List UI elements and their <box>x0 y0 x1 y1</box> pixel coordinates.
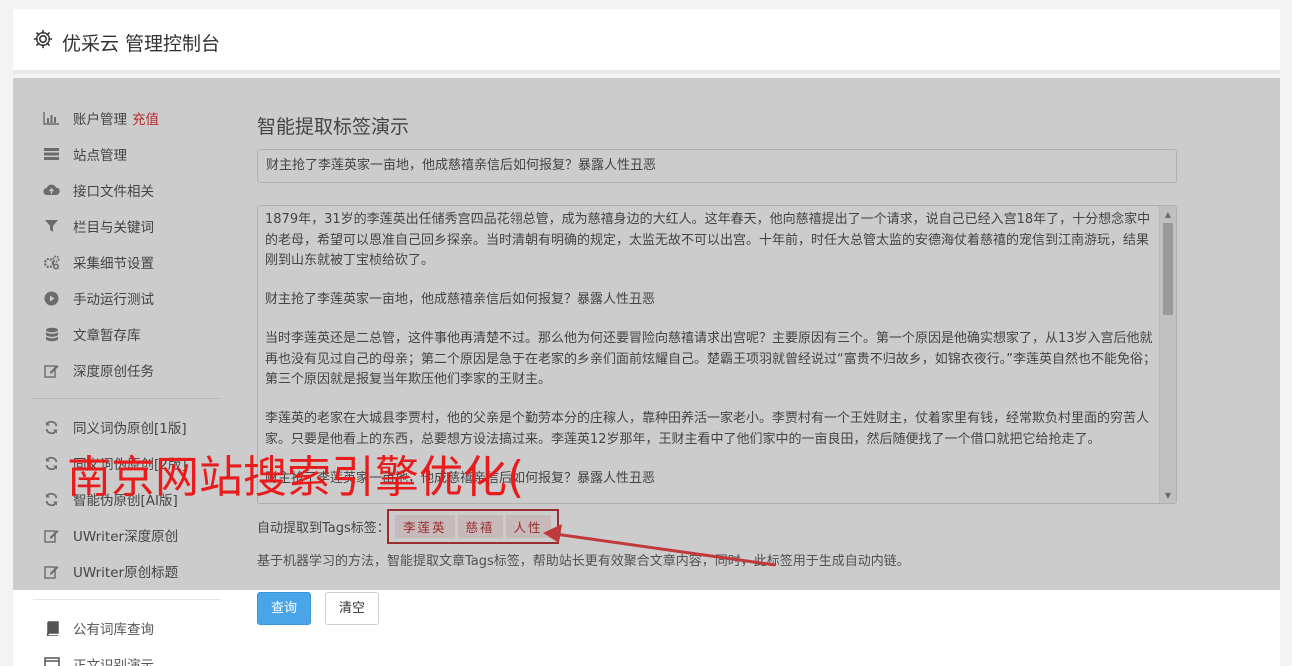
watermark-text: 南京网站搜索引擎优化( <box>67 452 525 503</box>
annotation-arrow-icon <box>543 524 776 567</box>
